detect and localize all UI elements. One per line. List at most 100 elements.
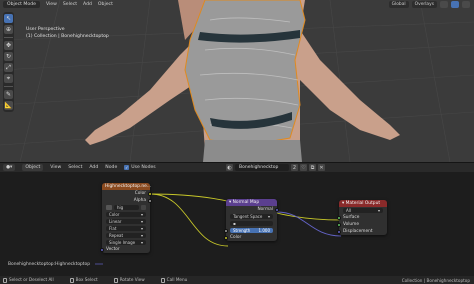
source-value: Single Image — [109, 240, 136, 245]
material-output-node[interactable]: ▾ Material Output All ▾ Surface Volume Di… — [337, 200, 387, 235]
extension-value: Repeat — [109, 233, 124, 238]
surface-input-socket[interactable] — [337, 215, 341, 220]
menu-view[interactable]: View — [50, 165, 61, 170]
material-name-field[interactable]: Bonehighnecktop — [235, 164, 289, 171]
projection-row: Flat ▾ — [102, 225, 150, 232]
projection-dropdown[interactable]: Flat ▾ — [106, 226, 146, 231]
image-browse-icon[interactable] — [106, 205, 112, 210]
material-shading-button[interactable] — [462, 1, 470, 8]
color-input-socket[interactable] — [224, 235, 228, 240]
normal-output-label: Normal — [257, 207, 273, 212]
target-row: All ▾ — [339, 207, 387, 214]
chevron-down-icon: ▾ — [140, 212, 143, 217]
3d-viewport[interactable]: Object Mode View Select Add Object Globa… — [0, 0, 474, 162]
mode-dropdown[interactable]: Object Mode — [3, 1, 40, 8]
measure-icon[interactable]: 📐 — [4, 101, 13, 110]
mouse-drag-icon — [113, 277, 118, 283]
alpha-output-socket[interactable] — [148, 198, 152, 203]
image-node-title[interactable]: Highnecktoptop.ne... — [102, 183, 151, 190]
vector-input-socket[interactable] — [100, 247, 104, 252]
tool-separator — [4, 37, 13, 38]
uv-map-row: ▪ — [226, 220, 277, 227]
menu-add[interactable]: Add — [83, 2, 92, 7]
tool-separator — [4, 86, 13, 87]
object-mode-dropdown[interactable]: Object — [22, 164, 44, 171]
status-collection: Collection | Bonehighnecktoptop — [401, 277, 470, 283]
interpolation-dropdown[interactable]: Linear ▾ — [106, 219, 146, 224]
menu-select[interactable]: Select — [63, 2, 77, 7]
normal-output-socket[interactable] — [275, 207, 279, 212]
node-canvas[interactable]: Highnecktoptop.ne... Color Alpha hig Col… — [0, 172, 474, 276]
volume-input-label: Volume — [343, 222, 359, 227]
viewport-header-right: Global Overlays — [388, 1, 470, 8]
copy-material-icon[interactable]: ⧉ — [309, 164, 316, 171]
status-menu-label: Call Menu — [166, 277, 188, 283]
displacement-input-socket[interactable] — [337, 229, 341, 234]
alpha-output-row: Alpha — [102, 197, 152, 204]
overlays-button[interactable]: Overlays — [411, 1, 437, 8]
source-dropdown[interactable]: Single Image ▾ — [106, 240, 146, 245]
editor-type-dropdown[interactable]: ●▾ — [3, 164, 16, 171]
move-icon[interactable]: ✥ — [4, 41, 13, 50]
use-nodes-toggle[interactable]: ✓ Use Nodes — [124, 165, 156, 170]
rotate-icon[interactable]: ↻ — [4, 52, 13, 61]
image-open-icon[interactable] — [141, 205, 146, 210]
solid-shading-button[interactable] — [451, 1, 459, 8]
status-select-label: Select or Deselect All — [9, 277, 54, 283]
annotate-icon[interactable]: ✎ — [4, 90, 13, 99]
image-name-field[interactable]: hig — [114, 205, 139, 210]
scale-icon[interactable]: ⤢ — [4, 63, 13, 72]
mouse-left-icon — [3, 277, 7, 283]
menu-select[interactable]: Select — [68, 165, 82, 170]
link-color-to-normal — [149, 193, 229, 247]
transform-orientation-dropdown[interactable]: Global — [388, 1, 409, 8]
normal-node-title-text: Normal Map — [232, 200, 260, 205]
color-input-label: Color — [230, 235, 242, 240]
projection-value: Flat — [109, 226, 117, 231]
menu-node[interactable]: Node — [105, 165, 117, 170]
status-item-menu: Call Menu — [160, 277, 188, 283]
chevron-down-icon: ▾ — [267, 214, 270, 219]
slot-count[interactable]: 2 — [291, 164, 298, 171]
cursor-icon[interactable]: ↖ — [4, 14, 13, 23]
color-input-row: Color — [224, 234, 277, 241]
strength-row: Strength 1.000 — [224, 227, 277, 234]
strength-slider[interactable]: Strength 1.000 — [230, 228, 273, 233]
color-space-dropdown[interactable]: Color ▾ — [106, 212, 146, 217]
uv-map-field[interactable]: ▪ — [230, 221, 273, 226]
extension-dropdown[interactable]: Repeat ▾ — [106, 233, 146, 238]
status-rotate-label: Rotate View — [119, 277, 145, 283]
strength-label: Strength — [233, 228, 251, 233]
space-dropdown[interactable]: Tangent Space ▾ — [230, 214, 273, 219]
material-selector: ◐ Bonehighnecktop 2 ♡ ⧉ ✕ — [226, 164, 325, 171]
menu-add[interactable]: Add — [89, 165, 98, 170]
output-node-title-text: Material Output — [345, 201, 381, 206]
transform-icon[interactable]: ⌖ — [4, 74, 13, 83]
strength-value: 1.000 — [258, 228, 270, 233]
crosshair-icon[interactable]: ⊕ — [4, 25, 13, 34]
wireframe-shading-button[interactable] — [440, 1, 448, 8]
strength-input-socket[interactable] — [224, 228, 228, 233]
menu-view[interactable]: View — [46, 2, 57, 7]
displacement-input-label: Displacement — [343, 229, 373, 234]
target-dropdown[interactable]: All ▾ — [343, 208, 383, 213]
tool-shelf: ↖ ⊕ ✥ ↻ ⤢ ⌖ ✎ 📐 — [3, 12, 14, 112]
material-browse-icon[interactable]: ◐ — [226, 164, 233, 171]
color-output-row: Color — [102, 190, 152, 197]
output-node-title[interactable]: ▾ Material Output — [339, 200, 387, 207]
vector-input-row: Vector — [100, 246, 150, 253]
volume-input-socket[interactable] — [337, 222, 341, 227]
status-bar: Select or Deselect All Box Select Rotate… — [0, 276, 474, 284]
image-texture-node[interactable]: Highnecktoptop.ne... Color Alpha hig Col… — [100, 183, 152, 253]
close-icon[interactable]: ✕ — [318, 164, 325, 171]
normal-map-node[interactable]: ▾ Normal Map Normal Tangent Space ▾ ▪ Str… — [224, 199, 279, 241]
interpolation-value: Linear — [109, 219, 122, 224]
menu-object[interactable]: Object — [98, 2, 113, 7]
chevron-down-icon: ▾ — [377, 208, 380, 213]
viewport-scene — [0, 0, 474, 162]
space-value: Tangent Space — [233, 214, 263, 219]
fake-user-icon[interactable]: ♡ — [300, 164, 307, 171]
color-output-socket[interactable] — [148, 191, 152, 196]
chevron-down-icon: ▾ — [140, 240, 143, 245]
normal-node-title[interactable]: ▾ Normal Map — [226, 199, 277, 206]
